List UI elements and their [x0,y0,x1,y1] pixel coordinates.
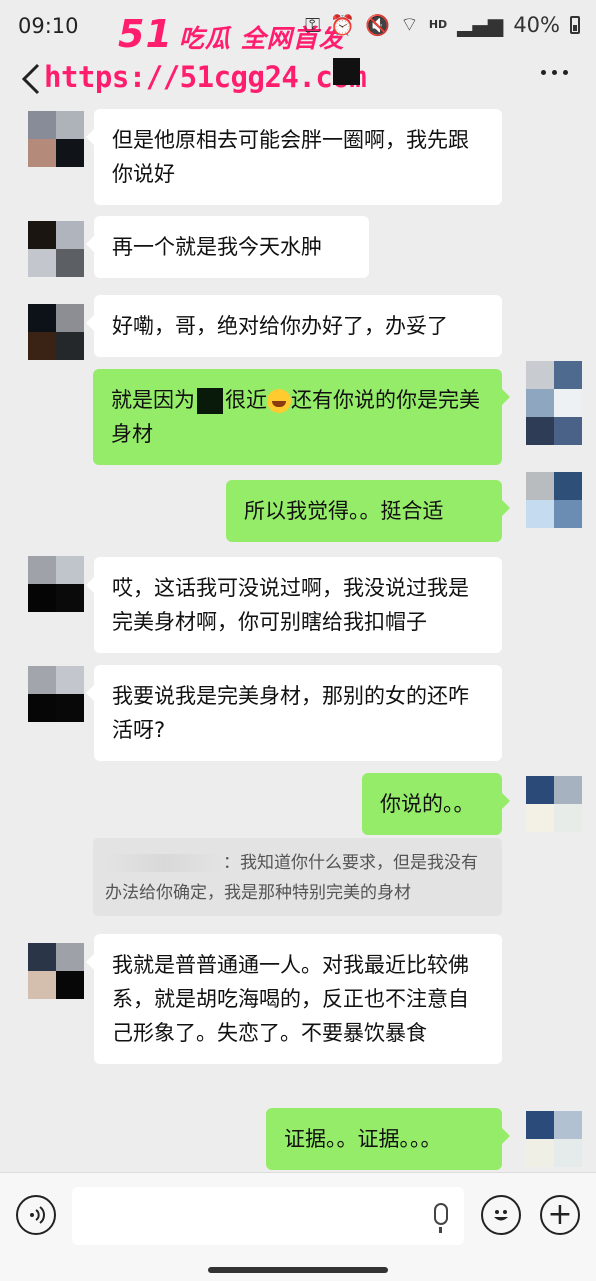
avatar[interactable] [28,666,84,722]
laughing-emoji-icon [267,389,291,413]
plus-icon[interactable]: + [540,1195,580,1235]
avatar[interactable] [526,361,582,445]
key-icon: ⚿ [304,12,321,37]
status-icons: ⚿ ⏰ 🔇 ⌔ HD ▂▄▆ 40% [305,12,580,37]
avatar[interactable] [28,111,84,167]
emoji-icon[interactable] [481,1195,521,1235]
mute-icon: 🔇 [365,12,390,37]
avatar[interactable] [28,943,84,999]
voice-waves-icon [30,1206,45,1224]
avatar[interactable] [526,472,582,528]
message-text: 就是因为 [111,388,195,412]
more-dots-icon[interactable] [541,70,568,75]
message-text: 你说的。。 [380,792,475,816]
message-bubble[interactable]: 哎，这话我可没说过啊，我没说过我是完美身材啊，你可别瞎给我扣帽子 [86,557,502,653]
message-bubble[interactable]: 你说的。。 [362,773,510,835]
watermark-logo-number: 51 [118,12,173,56]
message-text: 哎，这话我可没说过啊，我没说过我是完美身材啊，你可别瞎给我扣帽子 [112,576,469,634]
smile-icon [494,1210,508,1221]
hd-label: HD [428,18,448,31]
quoted-message[interactable]: ：我知道你什么要求，但是我没有办法给你确定，我是那种特别完美的身材 [93,838,502,916]
message-bubble[interactable]: 证据。。证据。。。 [266,1108,510,1170]
message-bubble[interactable]: 再一个就是我今天水肿 [86,216,369,278]
message-text: 再一个就是我今天水肿 [112,235,322,259]
chevron-left-icon[interactable] [20,62,42,96]
status-time: 09:10 [18,14,79,38]
wifi-icon: ⌔ [400,12,419,36]
avatar[interactable] [28,304,84,360]
avatar[interactable] [526,776,582,832]
message-bubble[interactable]: 好嘞，哥，绝对给你办好了，办妥了 [86,295,502,357]
censored-block [197,388,223,414]
battery-icon [570,15,580,34]
chat-header: https://51cgg24.com [0,54,596,106]
avatar[interactable] [28,221,84,277]
watermark-url: https://51cgg24.com [44,60,367,94]
message-text: 所以我觉得。。挺合适 [244,499,444,523]
signal-icon: ▂▄▆ [457,12,504,37]
battery-percent: 40% [513,12,560,37]
censored-title [333,58,360,85]
status-bar: 09:10 51 吃瓜 全网首发 ⚿ ⏰ 🔇 ⌔ HD ▂▄▆ 40% [0,0,596,56]
message-input[interactable] [72,1187,464,1245]
message-text: 但是他原相去可能会胖一圈啊，我先跟你说好 [112,128,469,186]
avatar[interactable] [28,556,84,612]
voice-icon[interactable] [16,1195,56,1235]
quoted-sender-redacted [105,854,223,872]
input-bar: + [0,1172,596,1281]
message-text: 我要说我是完美身材，那别的女的还咋活呀? [112,684,469,742]
mic-icon[interactable] [434,1203,448,1233]
message-text: 好嘞，哥，绝对给你办好了，办妥了 [112,314,448,338]
avatar[interactable] [526,1111,582,1167]
home-indicator [208,1267,388,1273]
message-text: 证据。。证据。。。 [284,1127,442,1151]
message-bubble[interactable]: 我就是普普通通一人。对我最近比较佛系，就是胡吃海喝的，反正也不注意自己形象了。失… [86,934,502,1064]
message-bubble[interactable]: 就是因为 很近 还有你说的你是完美身材 [93,369,510,465]
message-bubble[interactable]: 我要说我是完美身材，那别的女的还咋活呀? [86,665,502,761]
message-bubble[interactable]: 但是他原相去可能会胖一圈啊，我先跟你说好 [86,109,502,205]
alarm-icon: ⏰ [330,12,356,37]
message-text: 我就是普普通通一人。对我最近比较佛系，就是胡吃海喝的，反正也不注意自己形象了。失… [112,953,469,1045]
message-bubble[interactable]: 所以我觉得。。挺合适 [226,480,510,542]
message-text: 很近 [225,388,267,412]
